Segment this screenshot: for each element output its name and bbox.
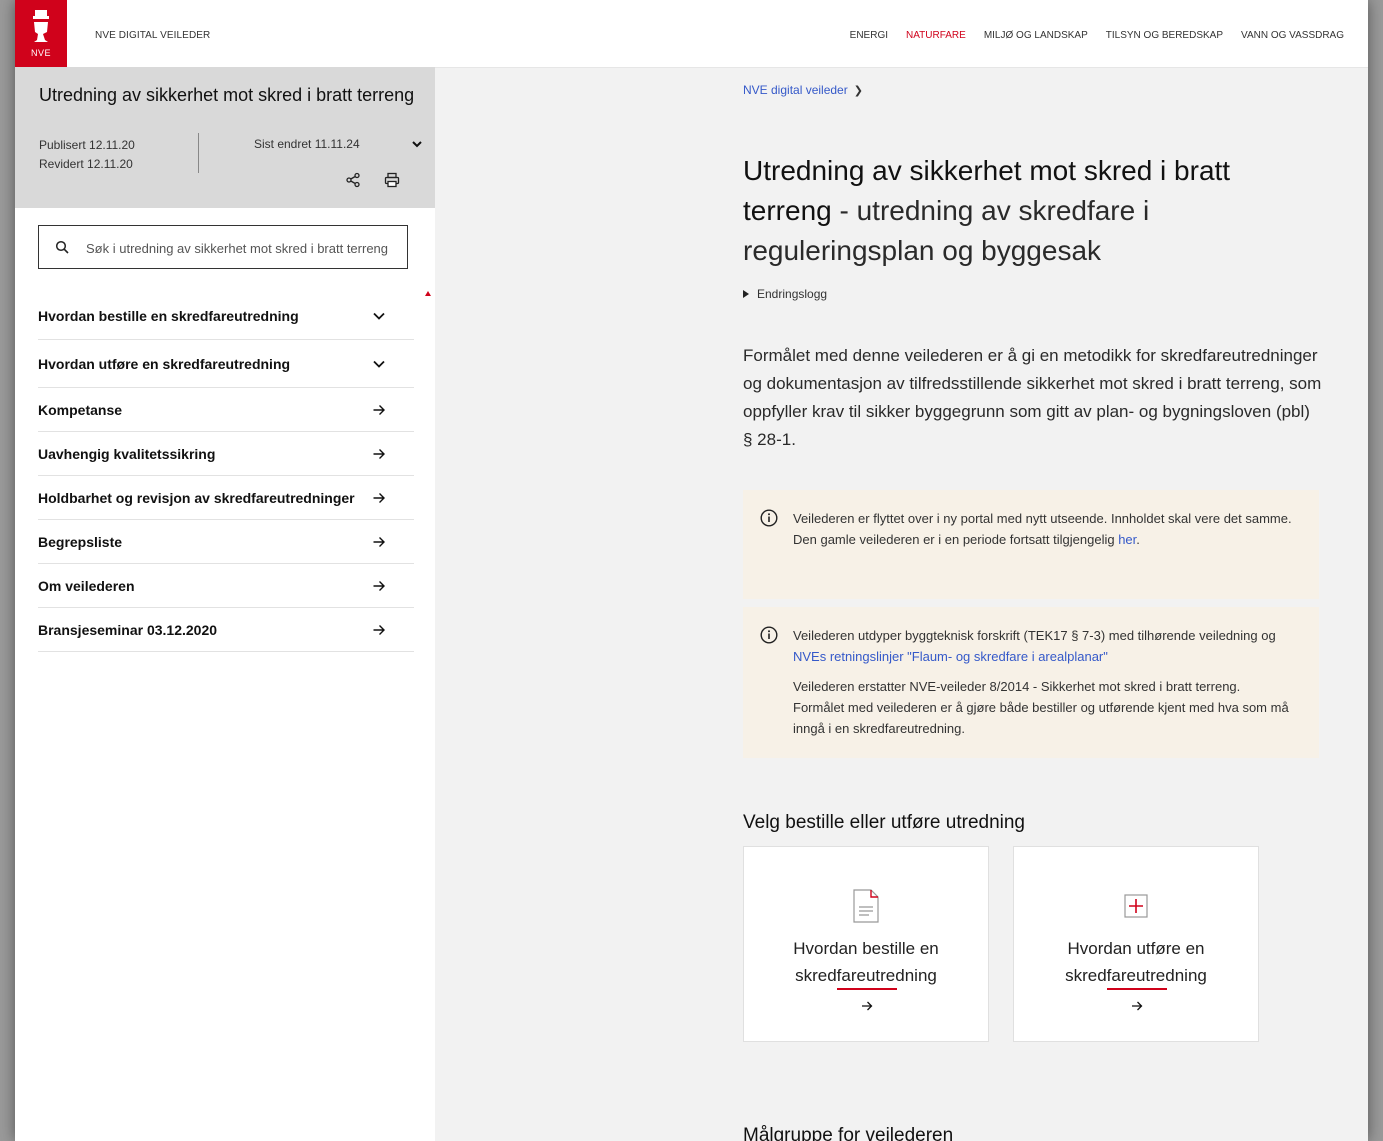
sidebar-item-label: Om veilederen (38, 577, 135, 594)
sidebar-item-hvordan-bestille[interactable]: Hvordan bestille en skredfareutredning (38, 292, 414, 340)
chevron-down-icon[interactable] (372, 357, 386, 371)
card-underline (837, 988, 897, 990)
arrow-right-icon (373, 536, 385, 547)
nav-link-energi[interactable]: ENERGI (850, 30, 888, 41)
sidebar-item-kompetanse[interactable]: Kompetanse (38, 388, 414, 432)
sidebar-title: Utredning av sikkerhet mot skred i bratt… (39, 85, 415, 105)
sidebar-nav: Hvordan bestille en skredfareutredning H… (38, 292, 414, 652)
breadcrumb-link[interactable]: NVE digital veileder (743, 83, 848, 97)
sidebar-item-label: Uavhengig kvalitetssikring (38, 445, 216, 462)
scroll-up-indicator[interactable] (425, 291, 431, 296)
sidebar-search (38, 225, 408, 269)
notice-text: Veilederen utdyper byggteknisk forskrift… (793, 628, 1276, 643)
top-navigation: ENERGI NATURFARE MILJØ OG LANDSKAP TILSY… (850, 30, 1344, 41)
plus-square-icon (1124, 894, 1148, 918)
browser-page: NVE NVE DIGITAL VEILEDER ENERGI NATURFAR… (15, 0, 1368, 1141)
nav-link-tilsyn-og-beredskap[interactable]: TILSYN OG BEREDSKAP (1106, 30, 1223, 41)
sidebar-header: Utredning av sikkerhet mot skred i bratt… (15, 67, 435, 208)
card-underline (1107, 988, 1167, 990)
notice-box: Veilederen er flyttet over i ny portal m… (743, 490, 1319, 599)
arrow-right-icon (373, 624, 385, 635)
sidebar-item-label: Bransjeseminar 03.12.2020 (38, 621, 218, 638)
sidebar-item-label: Hvordan utføre en skredfareutredning (38, 355, 291, 372)
site-header: NVE NVE DIGITAL VEILEDER ENERGI NATURFAR… (15, 0, 1368, 68)
notice-paragraph: Veilederen erstatter NVE-veileder 8/2014… (793, 679, 1289, 736)
notice-link-her[interactable]: her (1118, 532, 1136, 547)
publication-dates: Publisert 12.11.20 Revidert 12.11.20 (39, 136, 135, 174)
page-title: Utredning av sikkerhet mot skred i bratt… (743, 151, 1303, 271)
search-icon (55, 240, 69, 254)
sidebar-item-label: Begrepsliste (38, 533, 123, 550)
sidebar-item-om-veilederen[interactable]: Om veilederen (38, 564, 414, 608)
site-name[interactable]: NVE DIGITAL VEILEDER (95, 30, 210, 41)
card-label: Hvordan bestille en skredfareutredning (793, 939, 939, 985)
sidebar-item-label: Hvordan bestille en skredfareutredning (38, 307, 299, 324)
notice-link-retningslinjer[interactable]: NVEs retningslinjer "Flaum- og skredfare… (793, 649, 1108, 664)
notice-text: Veilederen er flyttet over i ny portal m… (793, 511, 1292, 547)
card-label: Hvordan utføre en skredfareutredning (1065, 939, 1207, 985)
arrow-right-icon (862, 1001, 873, 1011)
arrow-right-icon (373, 448, 385, 459)
lion-crest-icon (33, 10, 49, 42)
sidebar: Hvordan bestille en skredfareutredning H… (15, 208, 435, 1141)
nve-logo[interactable]: NVE (15, 0, 67, 67)
notice-text-end: . (1136, 532, 1140, 547)
document-icon (853, 889, 879, 923)
chevron-right-icon: ❯ (853, 85, 863, 97)
triangle-right-icon (743, 290, 749, 298)
sidebar-item-label: Kompetanse (38, 401, 123, 418)
section-heading: Velg bestille eller utføre utredning (743, 812, 1025, 833)
published-date: Publisert 12.11.20 (39, 138, 135, 152)
nav-link-vann-og-vassdrag[interactable]: VANN OG VASSDRAG (1241, 30, 1344, 41)
nav-link-naturfare[interactable]: NATURFARE (906, 30, 966, 41)
arrow-right-icon (373, 580, 385, 591)
logo-abbreviation: NVE (30, 48, 51, 58)
arrow-right-icon (373, 404, 385, 415)
info-icon (760, 509, 778, 527)
sidebar-item-bransjeseminar[interactable]: Bransjeseminar 03.12.2020 (38, 608, 414, 652)
revised-date: Revidert 12.11.20 (39, 157, 133, 171)
lead-paragraph: Formålet med denne veilederen er å gi en… (743, 346, 1322, 449)
share-icon[interactable] (345, 172, 361, 188)
search-input[interactable] (84, 236, 400, 260)
card-hvordan-utfore[interactable]: Hvordan utføre en skredfareutredning (1013, 846, 1259, 1042)
arrow-right-icon (373, 492, 385, 503)
print-icon[interactable] (384, 172, 400, 188)
last-changed-date[interactable]: Sist endret 11.11.24 (254, 137, 360, 151)
changelog-toggle[interactable]: Endringslogg (743, 287, 827, 301)
changelog-label: Endringslogg (757, 287, 828, 301)
main-content: NVE digital veileder ❯ Utredning av sikke… (435, 67, 1368, 1141)
sidebar-item-label: Holdbarhet og revisjon av skredfareutred… (38, 489, 355, 506)
arrow-right-icon (1132, 1001, 1143, 1011)
notice-box: Veilederen utdyper byggteknisk forskrift… (743, 607, 1319, 758)
meta-divider (198, 133, 199, 173)
sidebar-item-uavhengig-kvalitetssikring[interactable]: Uavhengig kvalitetssikring (38, 432, 414, 476)
breadcrumb: NVE digital veileder ❯ (743, 83, 863, 97)
nav-link-miljo-og-landskap[interactable]: MILJØ OG LANDSKAP (984, 30, 1088, 41)
chevron-down-icon[interactable] (372, 309, 386, 323)
info-icon (760, 626, 778, 644)
section-heading-malgruppe: Målgruppe for veilederen (743, 1125, 954, 1141)
card-hvordan-bestille[interactable]: Hvordan bestille en skredfareutredning (743, 846, 989, 1042)
sidebar-item-holdbarhet[interactable]: Holdbarhet og revisjon av skredfareutred… (38, 476, 414, 520)
sidebar-item-hvordan-utfore[interactable]: Hvordan utføre en skredfareutredning (38, 340, 414, 388)
sidebar-item-begrepsliste[interactable]: Begrepsliste (38, 520, 414, 564)
chevron-down-icon[interactable] (411, 138, 423, 150)
